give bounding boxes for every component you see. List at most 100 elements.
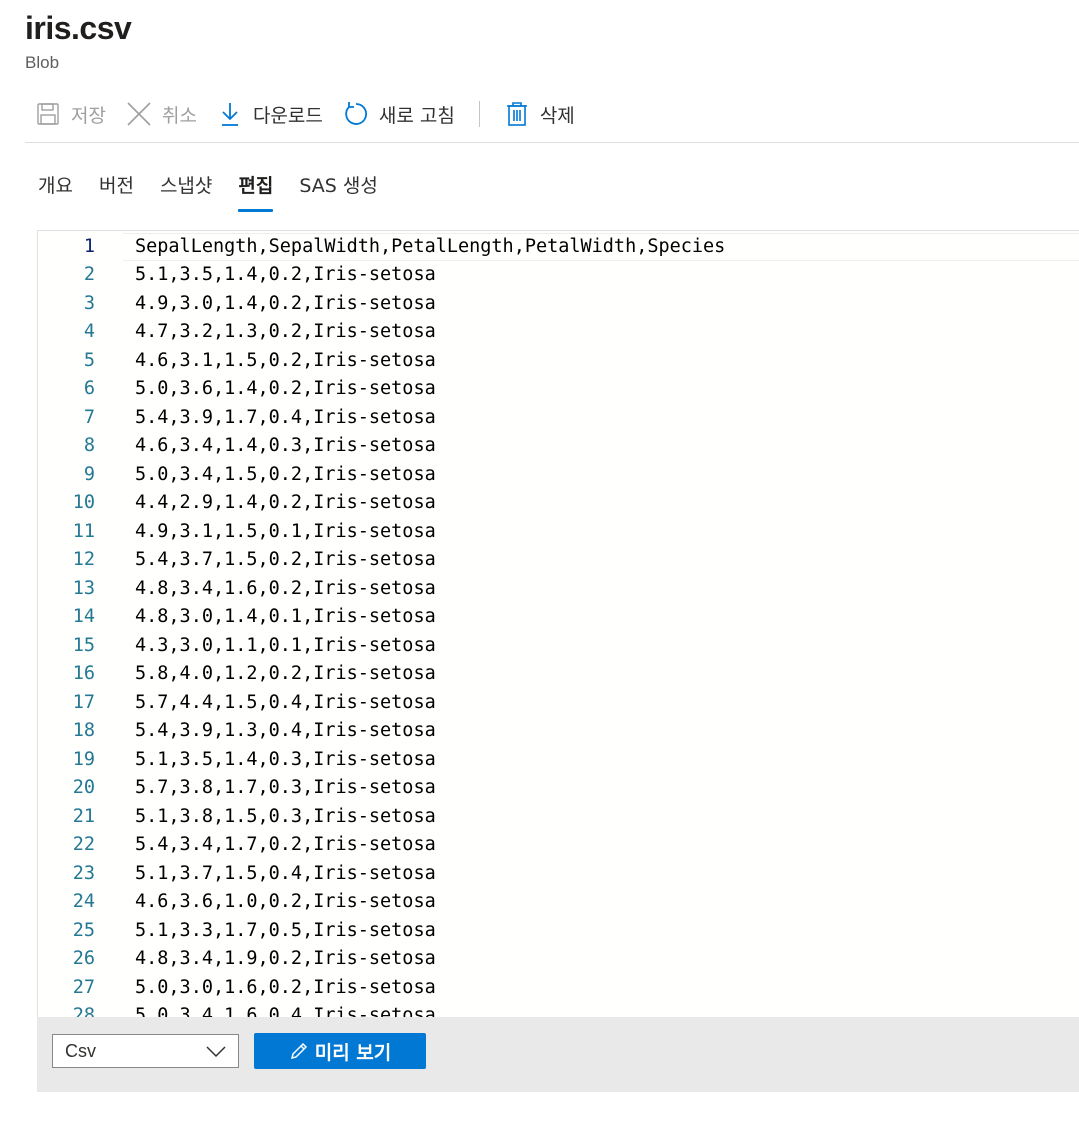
line-content[interactable]: 5.4,3.9,1.7,0.4,Iris-setosa <box>135 407 436 428</box>
line-content[interactable]: 5.0,3.4,1.5,0.2,Iris-setosa <box>135 464 436 485</box>
line-content[interactable]: 4.7,3.2,1.3,0.2,Iris-setosa <box>135 321 436 342</box>
delete-button[interactable]: 삭제 <box>494 94 585 134</box>
editor-line[interactable]: 12 5.4,3.7,1.5,0.2,Iris-setosa <box>38 546 1079 575</box>
command-bar: 저장 취소 다운로드 새로 고침 삭제 <box>25 94 1079 143</box>
download-icon <box>217 101 243 127</box>
editor-line[interactable]: 18 5.4,3.9,1.3,0.4,Iris-setosa <box>38 717 1079 746</box>
line-number: 2 <box>83 264 95 286</box>
line-content[interactable]: 5.7,4.4,1.5,0.4,Iris-setosa <box>135 692 436 713</box>
save-label: 저장 <box>71 104 106 127</box>
trash-icon <box>504 101 530 127</box>
line-content[interactable]: SepalLength,SepalWidth,PetalLength,Petal… <box>135 236 725 257</box>
line-content[interactable]: 4.8,3.0,1.4,0.1,Iris-setosa <box>135 606 436 627</box>
line-content[interactable]: 5.0,3.4,1.6,0.4,Iris-setosa <box>135 1005 436 1017</box>
editor-line[interactable]: 10 4.4,2.9,1.4,0.2,Iris-setosa <box>38 489 1079 518</box>
format-select[interactable]: Csv <box>52 1034 239 1068</box>
download-button[interactable]: 다운로드 <box>207 94 333 134</box>
tab-list: 개요 버전 스냅샷 편집 SAS 생성 <box>25 160 391 212</box>
editor-line[interactable]: 17 5.7,4.4,1.5,0.4,Iris-setosa <box>38 688 1079 717</box>
editor-line[interactable]: 5 4.6,3.1,1.5,0.2,Iris-setosa <box>38 346 1079 375</box>
editor-line[interactable]: 1 SepalLength,SepalWidth,PetalLength,Peta… <box>38 232 1079 261</box>
line-content[interactable]: 5.7,3.8,1.7,0.3,Iris-setosa <box>135 777 436 798</box>
editor-line[interactable]: 21 5.1,3.8,1.5,0.3,Iris-setosa <box>38 802 1079 831</box>
line-content[interactable]: 4.9,3.0,1.4,0.2,Iris-setosa <box>135 293 436 314</box>
editor-line[interactable]: 16 5.8,4.0,1.2,0.2,Iris-setosa <box>38 660 1079 689</box>
tab-generate-sas[interactable]: SAS 생성 <box>299 160 377 212</box>
line-content[interactable]: 5.1,3.3,1.7,0.5,Iris-setosa <box>135 920 436 941</box>
line-number: 14 <box>72 606 95 628</box>
line-content[interactable]: 5.0,3.6,1.4,0.2,Iris-setosa <box>135 378 436 399</box>
refresh-button[interactable]: 새로 고침 <box>333 94 465 134</box>
delete-label: 삭제 <box>539 104 575 127</box>
line-number: 7 <box>83 406 95 428</box>
line-number: 15 <box>72 634 95 656</box>
line-number: 23 <box>72 862 95 884</box>
editor-line[interactable]: 25 5.1,3.3,1.7,0.5,Iris-setosa <box>38 916 1079 945</box>
editor-line[interactable]: 19 5.1,3.5,1.4,0.3,Iris-setosa <box>38 745 1079 774</box>
line-number: 6 <box>83 378 95 400</box>
editor-line[interactable]: 11 4.9,3.1,1.5,0.1,Iris-setosa <box>38 517 1079 546</box>
editor-line[interactable]: 28 5.0,3.4,1.6,0.4,Iris-setosa <box>38 1002 1079 1017</box>
page-subtitle: Blob <box>25 53 60 72</box>
editor-line[interactable]: 27 5.0,3.0,1.6,0.2,Iris-setosa <box>38 973 1079 1002</box>
editor-line[interactable]: 23 5.1,3.7,1.5,0.4,Iris-setosa <box>38 859 1079 888</box>
tab-edit[interactable]: 편집 <box>238 160 273 212</box>
line-content[interactable]: 4.3,3.0,1.1,0.1,Iris-setosa <box>135 635 436 656</box>
line-number: 11 <box>72 520 95 542</box>
line-content[interactable]: 5.1,3.7,1.5,0.4,Iris-setosa <box>135 863 436 884</box>
line-number: 26 <box>72 948 95 970</box>
line-content[interactable]: 4.6,3.1,1.5,0.2,Iris-setosa <box>135 350 436 371</box>
line-content[interactable]: 5.0,3.0,1.6,0.2,Iris-setosa <box>135 977 436 998</box>
page-title: iris.csv <box>25 10 132 46</box>
line-content[interactable]: 5.1,3.8,1.5,0.3,Iris-setosa <box>135 806 436 827</box>
line-number: 25 <box>72 919 95 941</box>
line-number: 9 <box>83 463 95 485</box>
editor-line[interactable]: 20 5.7,3.8,1.7,0.3,Iris-setosa <box>38 774 1079 803</box>
editor-line[interactable]: 13 4.8,3.4,1.6,0.2,Iris-setosa <box>38 574 1079 603</box>
line-content[interactable]: 4.6,3.6,1.0,0.2,Iris-setosa <box>135 891 436 912</box>
line-number: 22 <box>72 834 95 856</box>
toolbar-divider <box>478 101 480 127</box>
editor-line[interactable]: 7 5.4,3.9,1.7,0.4,Iris-setosa <box>38 403 1079 432</box>
discard-button[interactable]: 취소 <box>116 94 207 134</box>
line-content[interactable]: 5.1,3.5,1.4,0.3,Iris-setosa <box>135 749 436 770</box>
line-content[interactable]: 4.9,3.1,1.5,0.1,Iris-setosa <box>135 521 436 542</box>
line-number: 18 <box>72 720 95 742</box>
line-content[interactable]: 5.4,3.4,1.7,0.2,Iris-setosa <box>135 834 436 855</box>
tab-versions[interactable]: 버전 <box>99 160 134 212</box>
download-label: 다운로드 <box>252 104 323 127</box>
editor-line[interactable]: 14 4.8,3.0,1.4,0.1,Iris-setosa <box>38 603 1079 632</box>
editor-line[interactable]: 24 4.6,3.6,1.0,0.2,Iris-setosa <box>38 888 1079 917</box>
line-content[interactable]: 4.8,3.4,1.6,0.2,Iris-setosa <box>135 578 436 599</box>
editor-line[interactable]: 3 4.9,3.0,1.4,0.2,Iris-setosa <box>38 289 1079 318</box>
line-number: 24 <box>72 891 95 913</box>
editor-line[interactable]: 26 4.8,3.4,1.9,0.2,Iris-setosa <box>38 945 1079 974</box>
tab-overview[interactable]: 개요 <box>38 160 73 212</box>
editor-line[interactable]: 6 5.0,3.6,1.4,0.2,Iris-setosa <box>38 375 1079 404</box>
line-content[interactable]: 5.4,3.7,1.5,0.2,Iris-setosa <box>135 549 436 570</box>
line-number: 4 <box>83 321 95 343</box>
line-number: 27 <box>72 976 95 998</box>
save-button[interactable]: 저장 <box>25 94 116 134</box>
editor-line[interactable]: 4 4.7,3.2,1.3,0.2,Iris-setosa <box>38 318 1079 347</box>
line-content[interactable]: 5.1,3.5,1.4,0.2,Iris-setosa <box>135 264 436 285</box>
code-editor[interactable]: 1 SepalLength,SepalWidth,PetalLength,Peta… <box>37 230 1079 1017</box>
editor-line[interactable]: 15 4.3,3.0,1.1,0.1,Iris-setosa <box>38 631 1079 660</box>
close-icon <box>126 101 152 127</box>
discard-label: 취소 <box>161 104 197 127</box>
line-content[interactable]: 4.4,2.9,1.4,0.2,Iris-setosa <box>135 492 436 513</box>
preview-button[interactable]: 미리 보기 <box>254 1033 426 1069</box>
line-content[interactable]: 5.8,4.0,1.2,0.2,Iris-setosa <box>135 663 436 684</box>
line-number: 5 <box>83 349 95 371</box>
editor-line[interactable]: 2 5.1,3.5,1.4,0.2,Iris-setosa <box>38 261 1079 290</box>
tab-snapshots[interactable]: 스냅샷 <box>160 160 212 212</box>
editor-line[interactable]: 9 5.0,3.4,1.5,0.2,Iris-setosa <box>38 460 1079 489</box>
chevron-down-icon <box>206 1043 226 1059</box>
line-content[interactable]: 5.4,3.9,1.3,0.4,Iris-setosa <box>135 720 436 741</box>
editor-line[interactable]: 8 4.6,3.4,1.4,0.3,Iris-setosa <box>38 432 1079 461</box>
line-content[interactable]: 4.6,3.4,1.4,0.3,Iris-setosa <box>135 435 436 456</box>
line-number: 16 <box>72 663 95 685</box>
line-content[interactable]: 4.8,3.4,1.9,0.2,Iris-setosa <box>135 948 436 969</box>
refresh-label: 새로 고침 <box>378 104 455 127</box>
editor-line[interactable]: 22 5.4,3.4,1.7,0.2,Iris-setosa <box>38 831 1079 860</box>
